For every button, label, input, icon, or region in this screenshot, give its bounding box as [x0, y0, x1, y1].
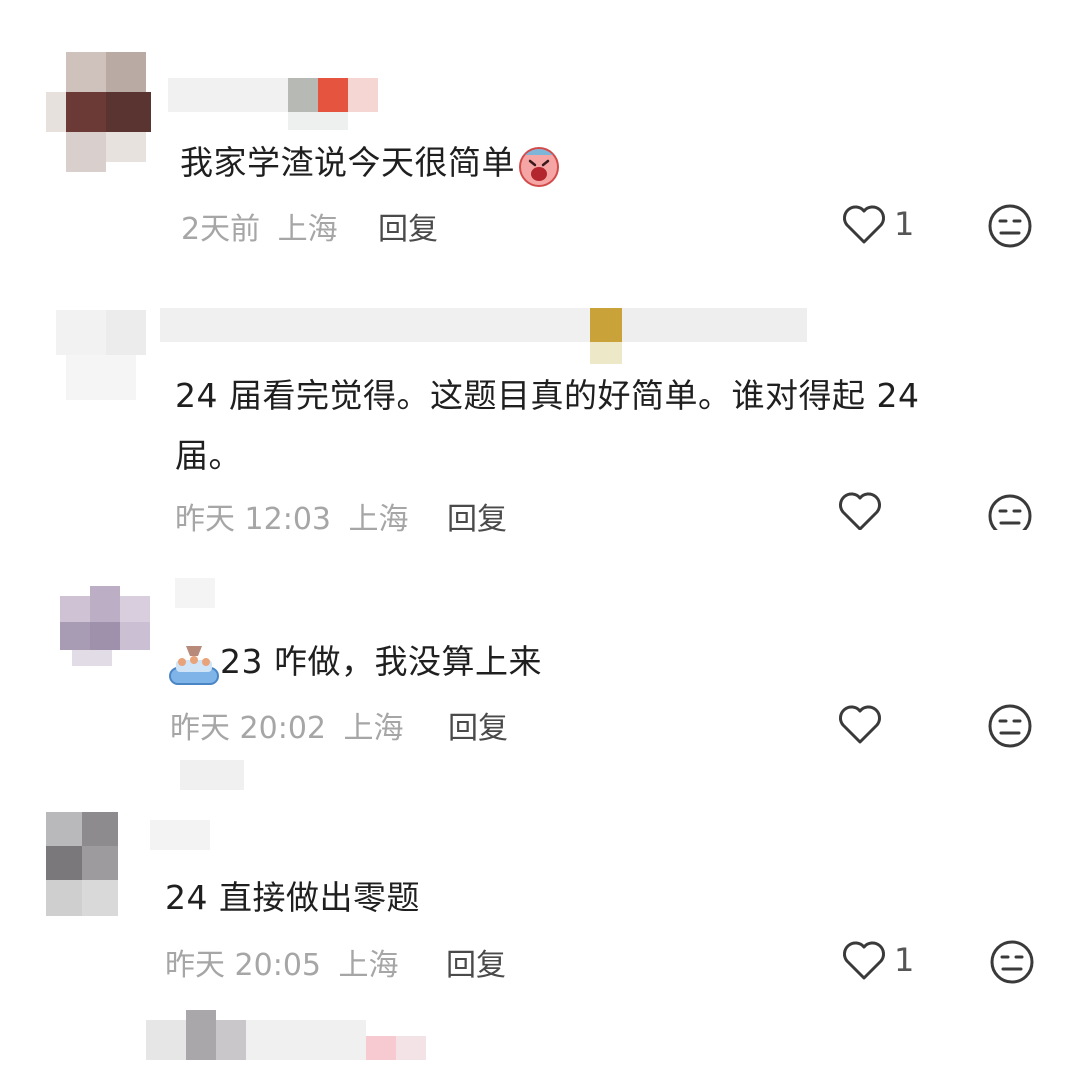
comment-text-line-2: 届。: [175, 436, 242, 475]
reply-button[interactable]: 回复: [378, 204, 438, 248]
crying-face-emoji: [519, 146, 559, 187]
heart-outline-icon: [839, 492, 881, 530]
username-redacted[interactable]: [175, 578, 215, 608]
expand-replies-redacted[interactable]: [180, 760, 244, 790]
like-count: 1: [894, 941, 915, 979]
comment-text: 我家学渣说今天很简单: [180, 135, 563, 191]
comment-meta: 昨天 20:02 上海: [170, 703, 404, 747]
comment-text: 23 咋做，我没算上来: [168, 634, 542, 690]
reply-button[interactable]: 回复: [447, 494, 507, 538]
timestamp: 2天前: [181, 212, 261, 247]
location: 上海: [348, 502, 409, 537]
location: 上海: [343, 711, 404, 746]
like-button[interactable]: [836, 492, 884, 530]
emoji-button-wrapper: [986, 492, 1034, 530]
like-button[interactable]: 1: [840, 938, 914, 982]
comment-body: 我家学渣说今天很简单: [180, 143, 515, 182]
timestamp: 昨天 12:03: [175, 502, 331, 537]
comment-meta: 昨天 20:05 上海: [165, 940, 399, 984]
timestamp: 昨天 20:05: [165, 948, 321, 983]
username-redacted[interactable]: [160, 308, 810, 366]
location: 上海: [277, 212, 338, 247]
reply-button[interactable]: 回复: [448, 703, 508, 747]
timestamp: 昨天 20:02: [170, 711, 326, 746]
comment-meta: 2天前 上海: [181, 204, 338, 248]
username-redacted[interactable]: [150, 820, 210, 850]
like-button[interactable]: 1: [840, 202, 914, 246]
comment-body: 23 咋做，我没算上来: [220, 642, 542, 681]
location: 上海: [338, 948, 399, 983]
reply-button[interactable]: 回复: [446, 940, 506, 984]
comment-text: 24 直接做出零题: [165, 878, 420, 917]
sweating-pool-emoji: [169, 645, 219, 685]
avatar[interactable]: [46, 52, 164, 172]
heart-outline-icon: [843, 941, 885, 980]
neutral-face-icon[interactable]: [986, 702, 1034, 750]
next-comment-redacted: [146, 1010, 436, 1062]
neutral-face-icon[interactable]: [986, 202, 1034, 250]
like-button[interactable]: [836, 702, 884, 746]
comment-text-line-1: 24 届看完觉得。这题目真的好简单。谁对得起 24: [175, 376, 920, 415]
avatar[interactable]: [46, 300, 156, 410]
neutral-face-icon[interactable]: [988, 938, 1036, 986]
avatar[interactable]: [46, 812, 126, 916]
username-redacted[interactable]: [168, 72, 383, 132]
comment-meta: 昨天 12:03 上海: [175, 494, 409, 538]
avatar[interactable]: [42, 576, 152, 666]
neutral-face-icon[interactable]: [986, 492, 1034, 530]
heart-outline-icon: [843, 205, 885, 244]
heart-outline-icon: [839, 705, 881, 744]
like-count: 1: [894, 205, 915, 243]
